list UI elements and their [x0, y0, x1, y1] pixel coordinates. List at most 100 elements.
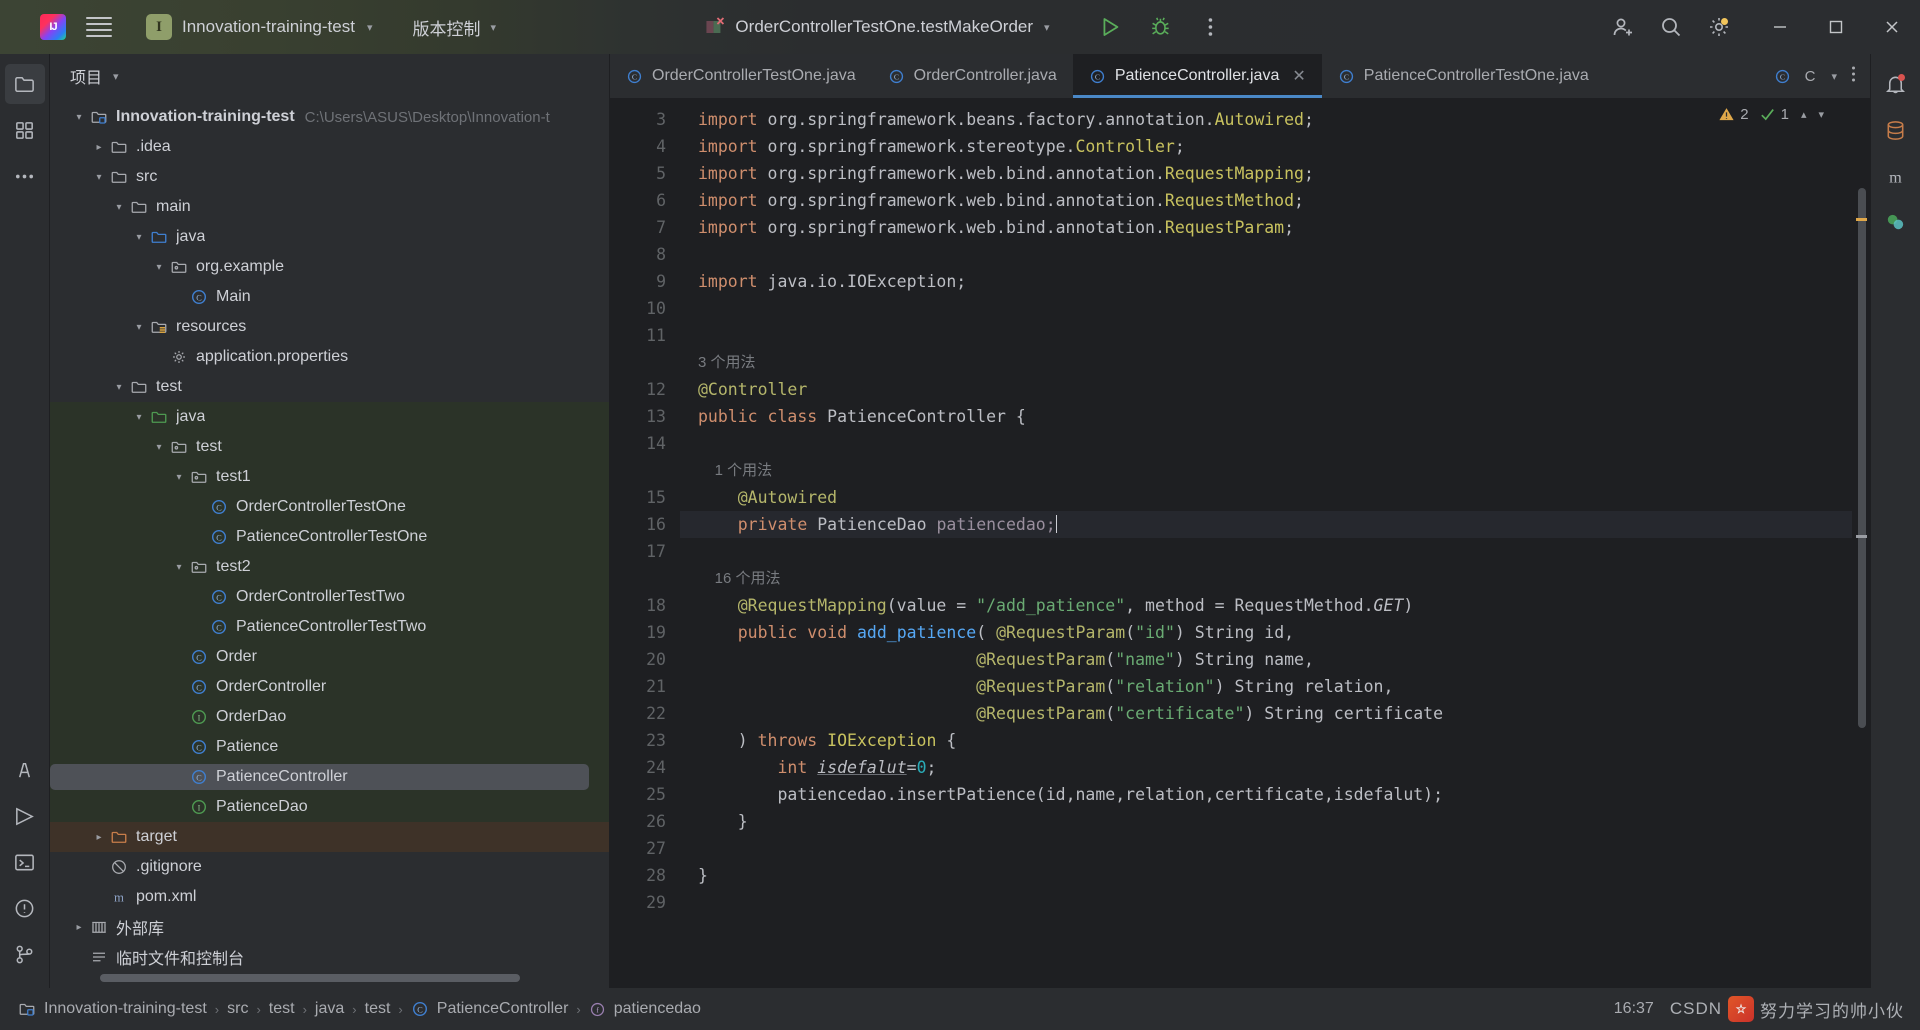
breadcrumb-item[interactable]: f patiencedao	[585, 998, 705, 1020]
tree-item[interactable]: ▾ test	[50, 432, 609, 462]
scrollbar-thumb[interactable]	[1858, 188, 1866, 728]
run-icon[interactable]	[1098, 14, 1124, 40]
code-line[interactable]: @RequestParam("relation") String relatio…	[680, 673, 1852, 700]
chevron-down-icon[interactable]: ▾	[170, 562, 188, 573]
code-editor[interactable]: 3 4 5 6 7 8 9 10 11 12 13 14 15 16 17 18 19 20 21 22 23 24…	[610, 98, 1870, 988]
tree-item[interactable]: ▾ test2	[50, 552, 609, 582]
chevron-up-icon[interactable]: ▴	[1801, 108, 1807, 121]
chevron-down-icon[interactable]: ▾	[130, 232, 148, 243]
breadcrumb-item[interactable]: test	[265, 998, 299, 1020]
breadcrumb-item[interactable]: test	[361, 998, 395, 1020]
sidebar-item-more[interactable]	[5, 156, 45, 196]
minimize-icon[interactable]	[1752, 0, 1808, 54]
code-line[interactable]: import org.springframework.beans.factory…	[680, 106, 1852, 133]
editor-tab[interactable]: C PatienceController.java ✕	[1072, 54, 1322, 98]
code-line[interactable]: }	[680, 808, 1852, 835]
chevron-right-icon[interactable]: ▸	[70, 922, 88, 933]
code-line[interactable]: @Controller	[680, 376, 1852, 403]
maximize-icon[interactable]	[1808, 0, 1864, 54]
chevron-down-icon[interactable]: ▾	[150, 442, 168, 453]
code-line[interactable]: import org.springframework.web.bind.anno…	[680, 160, 1852, 187]
breadcrumb-item[interactable]: src	[223, 998, 252, 1020]
tree-item[interactable]: C PatienceControllerTestTwo	[50, 612, 609, 642]
account-icon[interactable]	[1610, 14, 1636, 40]
code-line[interactable]: public class PatienceController {	[680, 403, 1852, 430]
sidebar-item-maven[interactable]: m	[1876, 156, 1916, 196]
tree-item[interactable]: .gitignore	[50, 852, 609, 882]
chevron-down-icon[interactable]: ▾	[110, 382, 128, 393]
code-line[interactable]: ) throws IOException {	[680, 727, 1852, 754]
usage-hint[interactable]: 3 个用法	[680, 349, 1852, 376]
code-content[interactable]: import org.springframework.beans.factory…	[680, 98, 1852, 988]
sidebar-item-run[interactable]	[5, 796, 45, 836]
code-line[interactable]: @Autowired	[680, 484, 1852, 511]
editor-tab[interactable]: C OrderController.java	[872, 54, 1073, 98]
editor-tab[interactable]: C OrderControllerTestOne.java	[610, 54, 872, 98]
close-tab-icon[interactable]: ✕	[1292, 66, 1305, 86]
chevron-right-icon[interactable]: ▸	[90, 832, 108, 843]
editor-scrollbar[interactable]	[1852, 98, 1870, 988]
code-line[interactable]	[680, 241, 1852, 268]
sidebar-item-ai-assistant[interactable]	[5, 750, 45, 790]
code-line[interactable]: import org.springframework.web.bind.anno…	[680, 187, 1852, 214]
code-line[interactable]: import org.springframework.web.bind.anno…	[680, 214, 1852, 241]
inspection-widget[interactable]: 2 1 ▴ ▾	[1718, 106, 1824, 123]
tree-item[interactable]: ▾ test1	[50, 462, 609, 492]
chevron-down-icon[interactable]: ▾	[113, 70, 119, 83]
tree-item[interactable]: ▾ main	[50, 192, 609, 222]
tree-item[interactable]: ▾ java	[50, 222, 609, 252]
sidebar-item-structure[interactable]	[5, 110, 45, 150]
sidebar-item-version-control[interactable]	[5, 934, 45, 974]
tree-item[interactable]: ▾ org.example	[50, 252, 609, 282]
ok-indicator[interactable]: 1	[1759, 106, 1789, 123]
warning-marker[interactable]	[1856, 218, 1867, 221]
breadcrumb-item[interactable]: java	[311, 998, 348, 1020]
usage-hint[interactable]: 1 个用法	[680, 457, 1852, 484]
sidebar-item-terminal[interactable]	[5, 842, 45, 882]
code-line[interactable]: import org.springframework.stereotype.Co…	[680, 133, 1852, 160]
vcs-widget[interactable]: 版本控制 ▾	[406, 11, 502, 44]
sidebar-item-project[interactable]	[4, 64, 45, 104]
chevron-down-icon[interactable]: ▾	[90, 172, 108, 183]
tree-item[interactable]: C PatienceControllerTestOne	[50, 522, 609, 552]
tree-item[interactable]: C PatienceController	[50, 762, 609, 792]
chevron-down-icon[interactable]: ▾	[130, 412, 148, 423]
code-line[interactable]: }	[680, 862, 1852, 889]
code-line[interactable]: int isdefalut=0;	[680, 754, 1852, 781]
tree-item[interactable]: ▸ .idea	[50, 132, 609, 162]
chevron-down-icon[interactable]: ▾	[70, 112, 88, 123]
scrollbar-thumb[interactable]	[100, 974, 520, 982]
usage-hint[interactable]: 16 个用法	[680, 565, 1852, 592]
tree-item[interactable]: C Patience	[50, 732, 609, 762]
code-line[interactable]: patiencedao.insertPatience(id,name,relat…	[680, 781, 1852, 808]
tree-item[interactable]: ▸ target	[50, 822, 609, 852]
code-line[interactable]: import java.io.IOException;	[680, 268, 1852, 295]
tree-item[interactable]: C Order	[50, 642, 609, 672]
code-line[interactable]	[680, 295, 1852, 322]
tree-item[interactable]: 临时文件和控制台	[50, 942, 609, 970]
debug-icon[interactable]	[1148, 14, 1174, 40]
sidebar-item-notifications[interactable]	[1876, 64, 1916, 104]
sidebar-item-ai-chat[interactable]	[1876, 202, 1916, 242]
code-line[interactable]	[680, 889, 1852, 916]
code-line[interactable]	[680, 322, 1852, 349]
code-line[interactable]: public void add_patience( @RequestParam(…	[680, 619, 1852, 646]
code-line[interactable]	[680, 835, 1852, 862]
tree-item[interactable]: ▾ src	[50, 162, 609, 192]
code-line[interactable]: @RequestMapping(value = "/add_patience",…	[680, 592, 1852, 619]
code-line[interactable]: private PatienceDao patiencedao;	[680, 511, 1852, 538]
run-configuration-selector[interactable]: OrderControllerTestOne.testMakeOrder ▾	[696, 13, 1057, 41]
tree-item[interactable]: application.properties	[50, 342, 609, 372]
project-panel-header[interactable]: 项目 ▾	[50, 54, 609, 98]
chevron-down-icon[interactable]: ▾	[170, 472, 188, 483]
more-vertical-icon[interactable]	[1851, 65, 1856, 88]
main-menu-icon[interactable]	[86, 14, 112, 40]
chevron-down-icon[interactable]: ▾	[130, 322, 148, 333]
search-icon[interactable]	[1658, 14, 1684, 40]
sidebar-item-database[interactable]	[1876, 110, 1916, 150]
tree-item[interactable]: C OrderControllerTestOne	[50, 492, 609, 522]
sidebar-item-problems[interactable]	[5, 888, 45, 928]
tree-item[interactable]: m pom.xml	[50, 882, 609, 912]
code-line[interactable]	[680, 430, 1852, 457]
gear-icon[interactable]	[1706, 14, 1732, 40]
